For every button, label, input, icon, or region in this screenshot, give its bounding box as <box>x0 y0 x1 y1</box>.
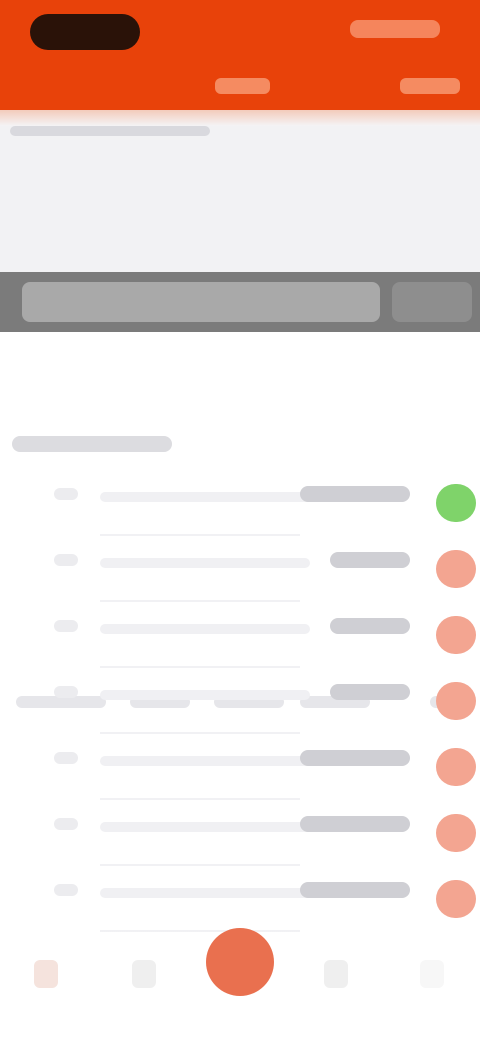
status-badge <box>436 682 476 720</box>
row-index <box>54 554 78 566</box>
status-badge <box>436 880 476 918</box>
brand-logo[interactable] <box>30 14 140 50</box>
row-value <box>330 552 410 568</box>
row-index <box>54 818 78 830</box>
app-screen <box>0 0 480 1040</box>
row-name <box>100 624 310 634</box>
row-name <box>100 756 310 766</box>
top-header <box>0 0 480 110</box>
header-right-link[interactable] <box>350 20 440 38</box>
list-item[interactable] <box>0 536 480 602</box>
status-badge <box>436 814 476 852</box>
list-item[interactable] <box>0 668 480 734</box>
row-index <box>54 686 78 698</box>
row-name <box>100 690 310 700</box>
row-value <box>300 882 410 898</box>
list-icon[interactable] <box>132 960 156 988</box>
row-value <box>330 618 410 634</box>
info-text <box>10 126 210 136</box>
filter-row <box>0 340 480 708</box>
row-value <box>330 684 410 700</box>
list-item[interactable] <box>0 800 480 866</box>
chart-icon[interactable] <box>324 960 348 988</box>
row-name <box>100 558 310 568</box>
header-shadow <box>0 110 480 126</box>
search-button[interactable] <box>392 282 472 322</box>
list-item[interactable] <box>0 866 480 932</box>
status-badge <box>436 550 476 588</box>
header-tab-2[interactable] <box>400 78 460 94</box>
section-title <box>12 436 172 452</box>
list-item[interactable] <box>0 734 480 800</box>
row-index <box>54 884 78 896</box>
profile-icon[interactable] <box>420 960 444 988</box>
status-badge <box>436 748 476 786</box>
status-badge <box>436 484 476 522</box>
info-panel <box>0 112 480 272</box>
list-item[interactable] <box>0 470 480 536</box>
row-index <box>54 752 78 764</box>
row-value <box>300 750 410 766</box>
search-input[interactable] <box>22 282 380 322</box>
header-tab-1[interactable] <box>215 78 270 94</box>
row-value <box>300 816 410 832</box>
row-value <box>300 486 410 502</box>
row-name <box>100 822 310 832</box>
row-index <box>54 620 78 632</box>
row-name <box>100 888 310 898</box>
status-badge <box>436 616 476 654</box>
row-name <box>100 492 310 502</box>
row-index <box>54 488 78 500</box>
center-action-icon[interactable] <box>206 928 274 996</box>
home-icon[interactable] <box>34 960 58 988</box>
list-item[interactable] <box>0 602 480 668</box>
